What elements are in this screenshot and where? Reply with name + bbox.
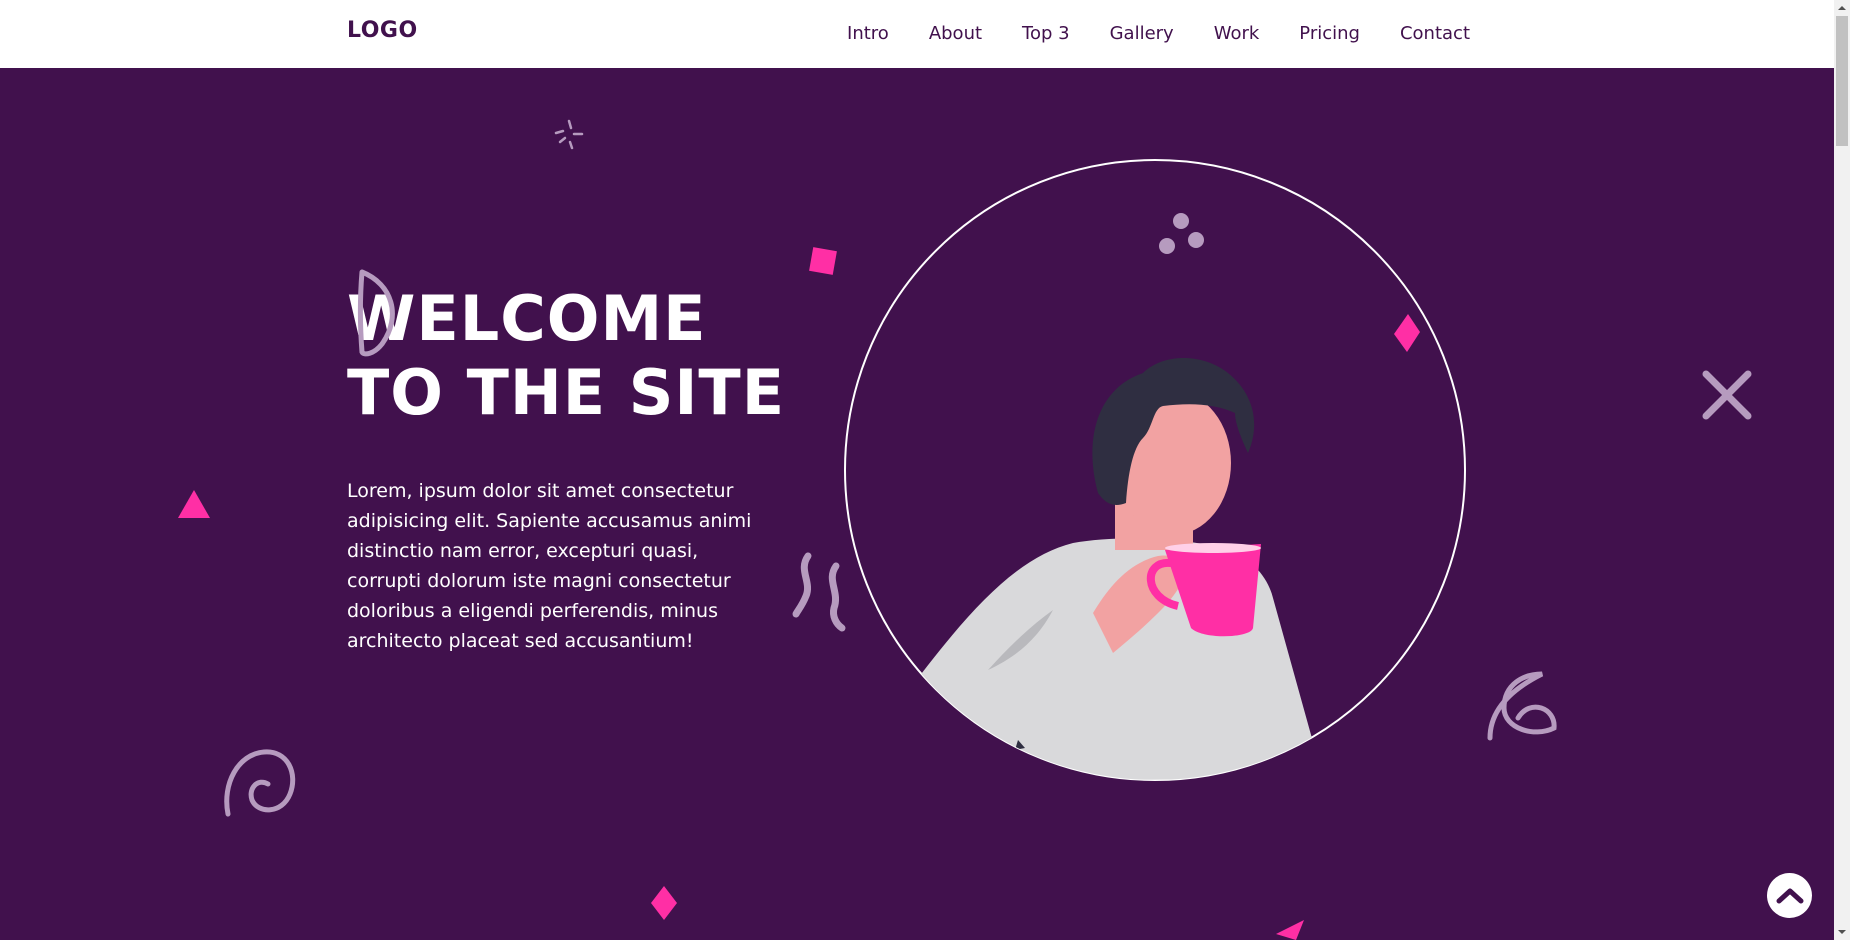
pink-triangle-decoration <box>178 490 210 518</box>
chevron-up-icon <box>1776 888 1803 903</box>
site-header: LOGO Intro About Top 3 Gallery Work Pric… <box>0 0 1834 68</box>
nav-link-pricing[interactable]: Pricing <box>1299 0 1360 68</box>
squiggle-decoration <box>792 552 846 632</box>
nav-link-top3[interactable]: Top 3 <box>1022 0 1070 68</box>
back-to-top-button[interactable] <box>1767 873 1812 918</box>
nav-link-intro[interactable]: Intro <box>847 0 889 68</box>
pink-diamond-decoration <box>1394 314 1420 352</box>
x-mark-decoration <box>1702 370 1752 420</box>
hero-illustration <box>844 159 1466 781</box>
leaf-outline-decoration <box>358 269 395 357</box>
pink-triangle-bottom-decoration <box>1276 920 1304 940</box>
scroll-thumb[interactable] <box>1836 16 1848 146</box>
scroll-up-arrow[interactable] <box>1834 0 1850 16</box>
hero-title: WELCOME TO THE SITE <box>347 282 807 430</box>
logo[interactable]: LOGO <box>347 18 418 43</box>
nav-link-about[interactable]: About <box>929 0 982 68</box>
hero-paragraph: Lorem, ipsum dolor sit amet consectetur … <box>347 480 752 652</box>
sparkle-decoration <box>554 119 584 150</box>
main-nav: Intro About Top 3 Gallery Work Pricing C… <box>807 0 1470 68</box>
swirl-decoration <box>1487 671 1557 741</box>
nav-link-work[interactable]: Work <box>1214 0 1260 68</box>
spiral-decoration <box>224 749 296 817</box>
pink-diamond-bottom-decoration <box>651 886 677 920</box>
hero-title-line-1: WELCOME <box>347 282 707 355</box>
scroll-down-arrow[interactable] <box>1834 924 1850 940</box>
dots-decoration <box>1159 213 1204 254</box>
hero-title-line-2: TO THE SITE <box>347 356 786 429</box>
nav-link-gallery[interactable]: Gallery <box>1110 0 1174 68</box>
page-scrollbar[interactable] <box>1834 0 1850 940</box>
pink-square-decoration <box>809 247 837 275</box>
nav-link-contact[interactable]: Contact <box>1400 0 1470 68</box>
